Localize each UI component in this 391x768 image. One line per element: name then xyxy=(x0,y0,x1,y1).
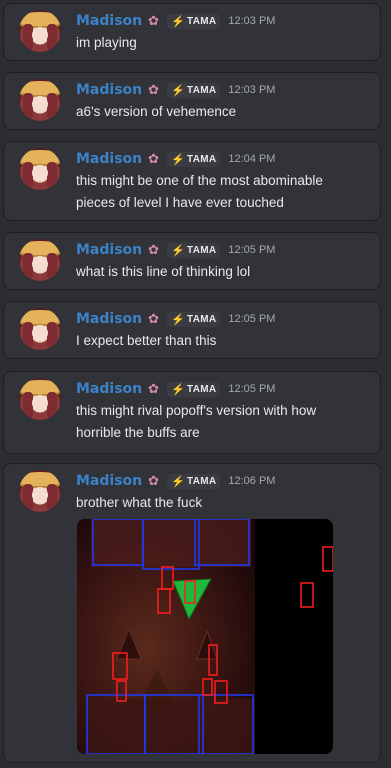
timestamp: 12:05 PM xyxy=(228,313,276,325)
message-text: a6's version of vehemence xyxy=(76,104,237,119)
server-tag[interactable]: ⚡ TAMA xyxy=(167,311,221,327)
timestamp: 12:03 PM xyxy=(228,84,276,96)
message-text: I expect better than this xyxy=(76,333,217,348)
flower-icon: ✿ xyxy=(148,473,160,489)
server-tag[interactable]: ⚡ TAMA xyxy=(167,13,221,29)
avatar[interactable] xyxy=(19,10,61,52)
message-header: Madison ✿ ⚡ TAMA 12:05 PM xyxy=(76,380,275,398)
avatar[interactable] xyxy=(19,470,61,512)
lightning-icon: ⚡ xyxy=(171,15,186,28)
timestamp: 12:05 PM xyxy=(228,244,276,256)
message-text: what is this line of thinking lol xyxy=(76,264,251,279)
lightning-icon: ⚡ xyxy=(171,244,186,257)
username[interactable]: Madison xyxy=(76,242,142,258)
avatar[interactable] xyxy=(19,79,61,121)
message-header: Madison ✿ ⚡ TAMA 12:05 PM xyxy=(76,241,275,259)
flower-icon: ✿ xyxy=(148,13,160,29)
gameplay-screenshot xyxy=(77,519,333,754)
image-attachment[interactable] xyxy=(77,519,333,754)
message-2[interactable]: Madison ✿ ⚡ TAMA 12:03 PM a6's version of… xyxy=(3,72,381,130)
username[interactable]: Madison xyxy=(76,13,142,29)
avatar[interactable] xyxy=(19,239,61,281)
message-text: brother what the fuck xyxy=(76,495,203,510)
flower-icon: ✿ xyxy=(148,82,160,98)
message-header: Madison ✿ ⚡ TAMA 12:03 PM xyxy=(76,12,275,30)
server-tag[interactable]: ⚡ TAMA xyxy=(167,242,221,258)
avatar[interactable] xyxy=(19,308,61,350)
avatar[interactable] xyxy=(19,148,61,190)
lightning-icon: ⚡ xyxy=(171,153,186,166)
message-header: Madison ✿ ⚡ TAMA 12:04 PM xyxy=(76,150,275,168)
flower-icon: ✿ xyxy=(148,151,160,167)
message-4[interactable]: Madison ✿ ⚡ TAMA 12:05 PM what is this li… xyxy=(3,232,381,290)
flower-icon: ✿ xyxy=(148,381,160,397)
message-text: this might rival popoff's version with h… xyxy=(76,403,317,440)
username[interactable]: Madison xyxy=(76,381,142,397)
message-header: Madison ✿ ⚡ TAMA 12:03 PM xyxy=(76,81,275,99)
timestamp: 12:05 PM xyxy=(228,383,276,395)
timestamp: 12:03 PM xyxy=(228,15,276,27)
avatar[interactable] xyxy=(19,378,61,420)
message-header: Madison ✿ ⚡ TAMA 12:05 PM xyxy=(76,310,275,328)
message-6[interactable]: Madison ✿ ⚡ TAMA 12:05 PM this might riva… xyxy=(3,371,381,454)
username[interactable]: Madison xyxy=(76,311,142,327)
lightning-icon: ⚡ xyxy=(171,475,186,488)
message-7[interactable]: Madison ✿ ⚡ TAMA 12:06 PM brother what th… xyxy=(3,463,381,763)
message-text: im playing xyxy=(76,35,137,50)
username[interactable]: Madison xyxy=(76,151,142,167)
message-5[interactable]: Madison ✿ ⚡ TAMA 12:05 PM I expect better… xyxy=(3,301,381,359)
flower-icon: ✿ xyxy=(148,311,160,327)
lightning-icon: ⚡ xyxy=(171,313,186,326)
username[interactable]: Madison xyxy=(76,473,142,489)
server-tag[interactable]: ⚡ TAMA xyxy=(167,381,221,397)
message-text: this might be one of the most abominable… xyxy=(76,173,323,210)
message-1[interactable]: Madison ✿ ⚡ TAMA 12:03 PM im playing xyxy=(3,3,381,61)
lightning-icon: ⚡ xyxy=(171,84,186,97)
message-header: Madison ✿ ⚡ TAMA 12:06 PM xyxy=(76,472,275,490)
flower-icon: ✿ xyxy=(148,242,160,258)
lightning-icon: ⚡ xyxy=(171,383,186,396)
message-3[interactable]: Madison ✿ ⚡ TAMA 12:04 PM this might be o… xyxy=(3,141,381,221)
server-tag[interactable]: ⚡ TAMA xyxy=(167,82,221,98)
timestamp: 12:06 PM xyxy=(228,475,276,487)
server-tag[interactable]: ⚡ TAMA xyxy=(167,151,221,167)
username[interactable]: Madison xyxy=(76,82,142,98)
server-tag[interactable]: ⚡ TAMA xyxy=(167,473,221,489)
timestamp: 12:04 PM xyxy=(228,153,276,165)
